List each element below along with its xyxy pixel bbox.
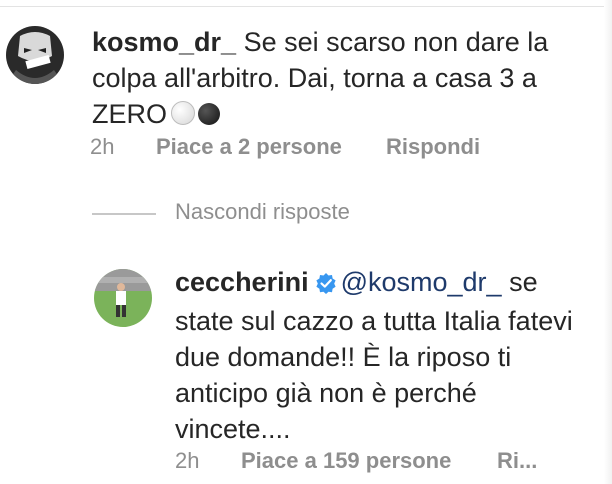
- avatar-image: [6, 26, 64, 84]
- likes-link[interactable]: Piace a 2 persone: [156, 134, 342, 160]
- replies-divider: [92, 213, 156, 215]
- comment-body: kosmo_dr_ Se sei scarso non dare la colp…: [92, 24, 562, 132]
- reply-likes-link[interactable]: Piace a 159 persone: [241, 448, 451, 474]
- verified-badge-icon: [315, 267, 337, 303]
- hide-replies-button[interactable]: Nascondi risposte: [175, 199, 350, 225]
- comment-time: 2h: [90, 134, 115, 159]
- reply-button[interactable]: Rispondi: [386, 134, 480, 160]
- black-ball-emoji: [198, 103, 221, 125]
- reply-reply-button[interactable]: Ri...: [497, 448, 537, 474]
- mention-link[interactable]: @kosmo_dr_: [341, 267, 502, 297]
- reply-avatar[interactable]: [94, 269, 152, 327]
- comment-username[interactable]: kosmo_dr_: [92, 27, 236, 57]
- avatar-image: [94, 269, 152, 327]
- reply-body: ceccherini @kosmo_dr_ se state sul cazzo …: [175, 264, 575, 447]
- top-divider: [0, 6, 612, 7]
- avatar[interactable]: [6, 26, 64, 84]
- white-ball-emoji: [171, 101, 196, 125]
- reply-time: 2h: [175, 448, 200, 473]
- right-edge-shadow: [604, 0, 612, 484]
- reply-username[interactable]: ceccherini: [175, 267, 309, 297]
